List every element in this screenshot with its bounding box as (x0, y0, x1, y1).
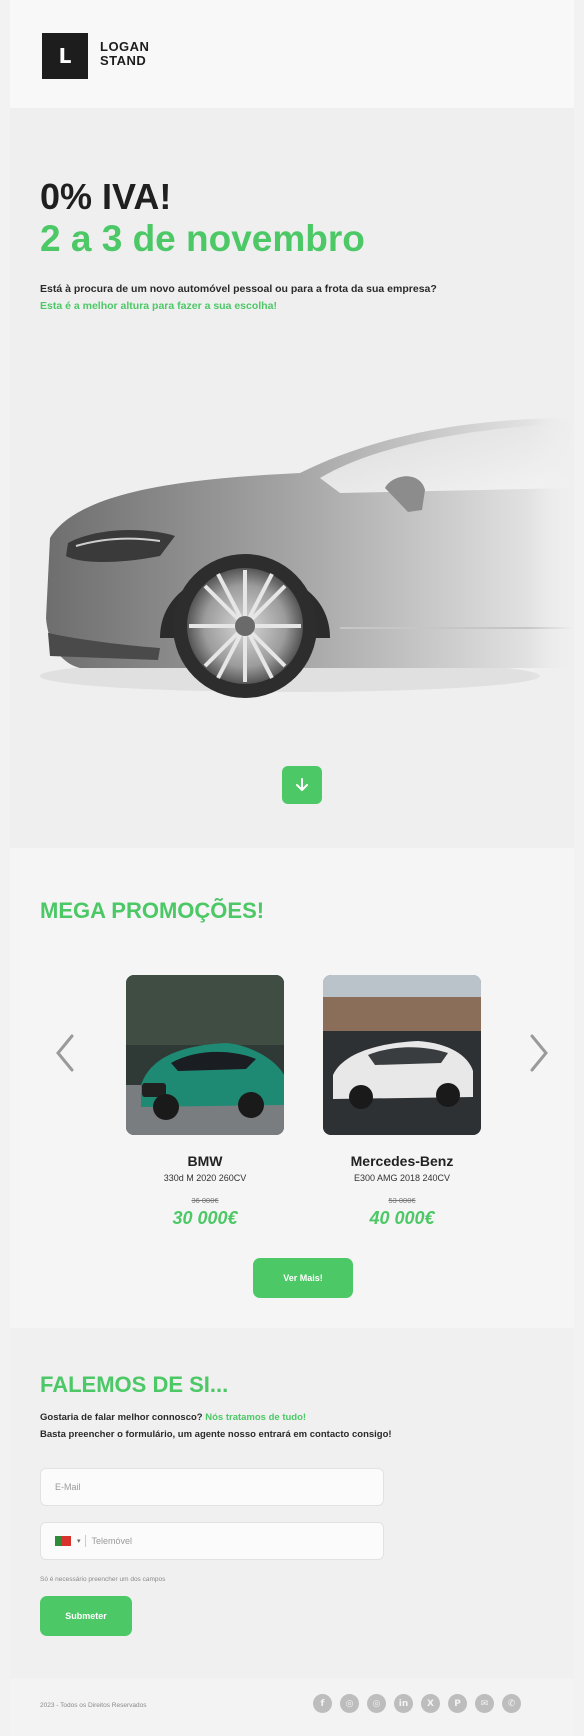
promotions-title: MEGA PROMOÇÕES! (40, 898, 265, 923)
car-card-old-price: 53 000€ (388, 1196, 416, 1205)
carousel-next-button[interactable] (524, 1028, 554, 1078)
hero-text: Está à procura de um novo automóvel pess… (40, 283, 437, 295)
see-more-button[interactable]: Ver Mais! (253, 1258, 353, 1298)
car-card-price: 40 000€ (369, 1208, 435, 1228)
hero-section: 0% IVA! 2 a 3 de novembro Está à procura… (10, 108, 574, 848)
portugal-flag-icon[interactable] (55, 1536, 71, 1546)
logo-line-1: LOGAN (100, 39, 150, 54)
social-links: f ◎ ◎ in X P ✉ ✆ (313, 1694, 521, 1713)
carousel-prev-button[interactable] (50, 1028, 80, 1078)
hero-car-image (40, 378, 574, 708)
form-note: Só é necessário preencher um dos campos (40, 1576, 166, 1583)
logo-mark[interactable]: L (42, 33, 88, 79)
landing-page: L LOGAN STAND 0% IVA! 2 a 3 de novembro … (0, 0, 584, 1736)
logo-line-2: STAND (100, 53, 147, 68)
chevron-right-icon (530, 1034, 548, 1072)
car-card-image-mercedes[interactable] (323, 975, 481, 1135)
contact-highlight: Nós tratamos de tudo! (205, 1412, 307, 1423)
submit-button[interactable]: Submeter (40, 1596, 132, 1636)
bmw-car-photo (126, 975, 284, 1135)
car-card-old-price: 36 000€ (191, 1196, 219, 1205)
car-card-image-bmw[interactable] (126, 975, 284, 1135)
linkedin-icon[interactable]: in (394, 1694, 413, 1713)
header: L LOGAN STAND (10, 0, 574, 108)
arrow-down-icon (296, 778, 308, 791)
promotions-section: MEGA PROMOÇÕES! BMW 330d M 2020 260CV 36… (10, 848, 574, 1328)
pinterest-icon[interactable]: P (448, 1694, 467, 1713)
contact-title: FALEMOS DE SI... (40, 1372, 229, 1397)
footer: 2023 - Todos os Direitos Reservados f ◎ … (10, 1678, 574, 1736)
contact-section: FALEMOS DE SI... Gostaria de falar melho… (10, 1328, 574, 1678)
mercedes-car-photo (323, 975, 481, 1135)
car-card-price: 30 000€ (172, 1208, 238, 1228)
country-caret-icon[interactable]: ▾ (77, 1537, 81, 1545)
hero-highlight: Esta é a melhor altura para fazer a sua … (40, 300, 277, 312)
instagram-icon[interactable]: ◎ (340, 1694, 359, 1713)
copyright-text: 2023 - Todos os Direitos Reservados (40, 1702, 147, 1709)
messenger-icon[interactable]: ✉ (475, 1694, 494, 1713)
contact-text-2: Basta preencher o formulário, um agente … (40, 1429, 392, 1440)
hero-title: 0% IVA! (40, 176, 172, 217)
car-card-model: E300 AMG 2018 240CV (353, 1173, 451, 1183)
facebook-icon[interactable]: f (313, 1694, 332, 1713)
instagram-icon[interactable]: ◎ (367, 1694, 386, 1713)
email-field[interactable]: E-Mail (40, 1468, 384, 1506)
phone-separator (84, 1535, 86, 1547)
hero-subtitle: 2 a 3 de novembro (40, 218, 365, 259)
car-card-name: Mercedes-Benz (350, 1153, 454, 1169)
x-icon[interactable]: X (421, 1694, 440, 1713)
car-card-model: 330d M 2020 260CV (163, 1173, 247, 1183)
car-card-name: BMW (187, 1153, 223, 1169)
scroll-down-button[interactable] (282, 766, 322, 804)
whatsapp-icon[interactable]: ✆ (502, 1694, 521, 1713)
phone-field[interactable]: ▾ Telemóvel (40, 1522, 384, 1560)
phone-placeholder: Telemóvel (91, 1536, 133, 1546)
email-placeholder: E-Mail (55, 1482, 81, 1492)
logo-text[interactable]: LOGAN STAND (100, 40, 149, 68)
contact-question: Gostaria de falar melhor connosco? (40, 1412, 203, 1423)
contact-text-1: Gostaria de falar melhor connosco? Nós t… (40, 1412, 306, 1423)
chevron-left-icon (56, 1034, 74, 1072)
